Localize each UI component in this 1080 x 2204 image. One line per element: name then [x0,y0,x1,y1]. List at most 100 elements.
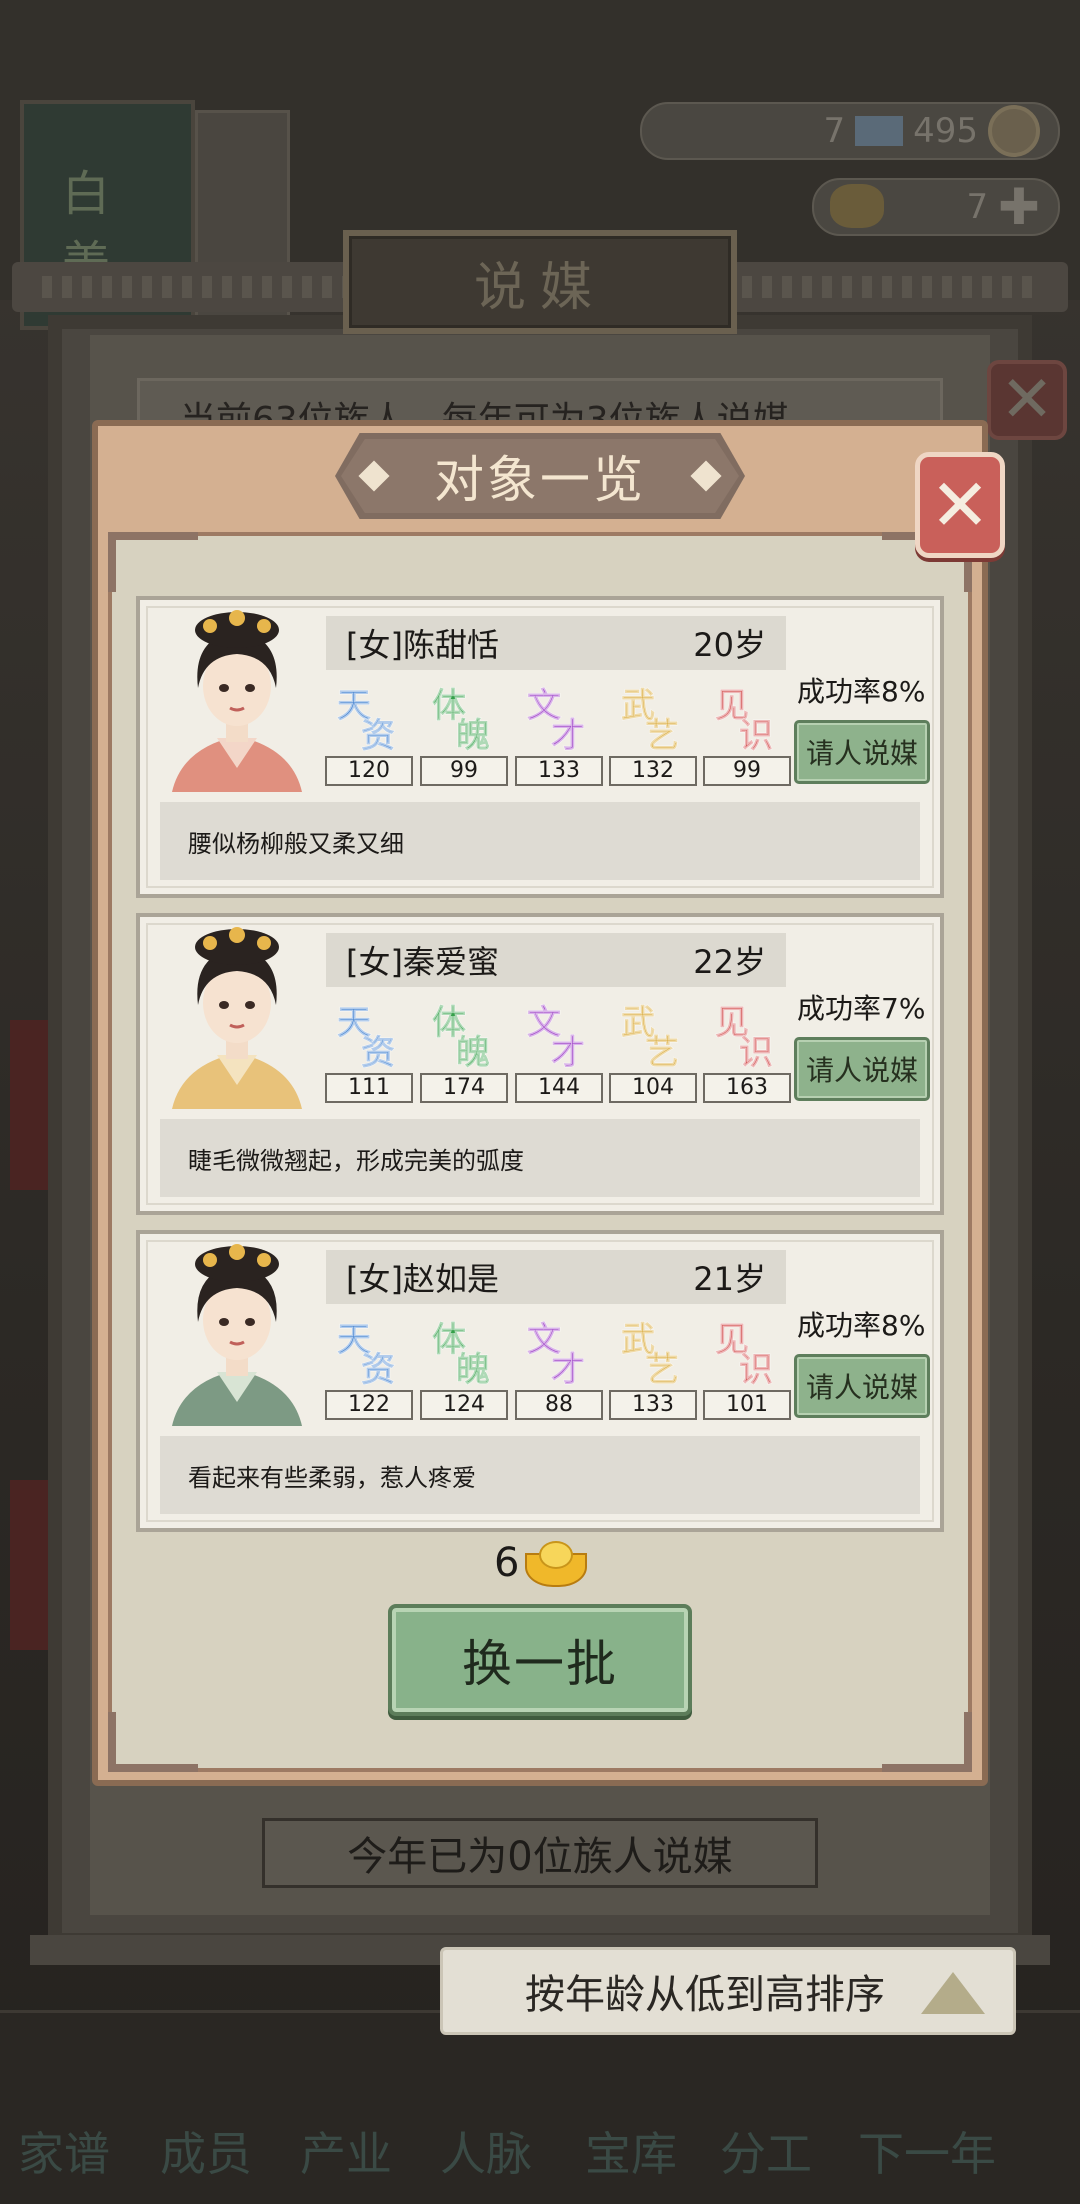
sort-triangle-icon [921,1972,985,2014]
nav-industry[interactable]: 产业 [300,2118,392,2184]
stat-label-bottom: 艺 [645,716,680,757]
stat-value: 174 [420,1073,508,1103]
stat-value: 133 [609,1390,697,1420]
request-matchmaker-button[interactable]: 请人说媒 [794,1354,930,1418]
stat-3: 武 艺 133 [609,1312,697,1426]
stat-label-bottom: 识 [739,1033,774,1074]
stat-1: 体 魄 174 [420,995,508,1109]
resource-bar-coins: 7 495 [640,102,1060,160]
outer-dialog-this-year: 今年已为0位族人说媒 [262,1818,818,1888]
success-rate: 成功率8% [797,675,926,708]
coin-icon [988,105,1040,157]
candidate-stats: 天 资 120 体 魄 99 文 才 133 武 艺 132 见 识 99 [325,678,795,792]
corner-ornament [108,532,198,592]
candidate-card: [女]陈甜恬 20岁 天 资 120 体 魄 99 文 才 133 武 艺 13… [136,596,944,898]
refresh-cost: 6 [494,1540,588,1587]
stat-2: 文 才 144 [515,995,603,1109]
stat-label-bottom: 识 [739,716,774,757]
candidate-card: [女]秦爱蜜 22岁 天 资 111 体 魄 174 文 才 144 武 艺 1… [136,913,944,1215]
stat-label-bottom: 才 [551,1350,586,1391]
request-matchmaker-button[interactable]: 请人说媒 [794,1037,930,1101]
stat-value: 163 [703,1073,791,1103]
stat-value: 122 [325,1390,413,1420]
candidate-portrait [172,1244,302,1426]
side-tab-left [10,1020,50,1190]
stat-value: 111 [325,1073,413,1103]
stat-4: 见 识 101 [703,1312,791,1426]
candidate-name-bar: [女]赵如是 21岁 [326,1250,786,1304]
nav-next-year[interactable]: 下一年 [858,2118,996,2184]
stat-label-bottom: 才 [551,716,586,757]
stat-2: 文 才 133 [515,678,603,792]
stat-value: 124 [420,1390,508,1420]
currency-count: 7 [823,111,846,151]
stat-value: 132 [609,756,697,786]
nav-assignment[interactable]: 分工 [720,2118,812,2184]
sort-by-age-button[interactable]: 按年龄从低到高排序 [440,1947,1016,2035]
candidate-age: 22岁 [693,943,766,981]
candidate-name: [女]赵如是 [346,1260,499,1298]
stat-value: 99 [420,756,508,786]
stat-value: 133 [515,756,603,786]
stat-label-bottom: 才 [551,1033,586,1074]
candidate-card: [女]赵如是 21岁 天 资 122 体 魄 124 文 才 88 武 艺 13… [136,1230,944,1532]
candidate-portrait [172,610,302,792]
ingot-icon [830,184,884,228]
stat-1: 体 魄 99 [420,678,508,792]
close-icon[interactable]: ✕ [915,452,1005,558]
candidate-name-bar: [女]秦爱蜜 22岁 [326,933,786,987]
plus-icon[interactable]: ✚ [998,182,1040,232]
gold-ingot-icon [525,1541,588,1587]
nav-members[interactable]: 成员 [160,2118,252,2184]
candidate-name-bar: [女]陈甜恬 20岁 [326,616,786,670]
candidate-name: [女]陈甜恬 [346,626,499,664]
stat-label-bottom: 魄 [456,716,491,757]
candidate-description: 腰似杨柳般又柔又细 [160,802,920,880]
stat-2: 文 才 88 [515,1312,603,1426]
request-matchmaker-button[interactable]: 请人说媒 [794,720,930,784]
nav-connections[interactable]: 人脉 [440,2118,532,2184]
ingot-count: 7 [966,187,989,227]
stat-label-bottom: 资 [361,1350,396,1391]
stat-value: 99 [703,756,791,786]
stat-label-bottom: 艺 [645,1033,680,1074]
stat-4: 见 识 99 [703,678,791,792]
corner-ornament [882,1712,972,1772]
stat-label-bottom: 魄 [456,1033,491,1074]
outer-dialog-title: 说媒 [343,230,737,334]
candidate-stats: 天 资 122 体 魄 124 文 才 88 武 艺 133 见 识 101 [325,1312,795,1426]
refresh-batch-button[interactable]: 换一批 [388,1604,692,1716]
stat-0: 天 资 111 [325,995,413,1109]
stat-4: 见 识 163 [703,995,791,1109]
dialog-title: 对象一览 [434,451,646,509]
coin-count: 495 [913,111,978,151]
nav-treasury[interactable]: 宝库 [585,2118,677,2184]
stat-value: 104 [609,1073,697,1103]
stat-label-bottom: 魄 [456,1350,491,1391]
dialog-title-plate: 对象一览 [335,433,745,519]
side-tab-left-2 [10,1480,50,1650]
candidate-name: [女]秦爱蜜 [346,943,499,981]
stat-1: 体 魄 124 [420,1312,508,1426]
ticket-icon [855,116,904,146]
candidate-description: 睫毛微微翘起，形成完美的弧度 [160,1119,920,1197]
success-rate: 成功率8% [797,1309,926,1342]
outer-close-icon[interactable]: ✕ [987,360,1067,440]
stat-label-bottom: 艺 [645,1350,680,1391]
success-rate: 成功率7% [797,992,926,1025]
candidate-stats: 天 资 111 体 魄 174 文 才 144 武 艺 104 见 识 163 [325,995,795,1109]
stat-label-bottom: 资 [361,716,396,757]
sort-button-label: 按年龄从低到高排序 [525,1972,885,2018]
candidate-age: 21岁 [693,1260,766,1298]
stat-value: 120 [325,756,413,786]
candidate-portrait [172,927,302,1109]
stat-0: 天 资 120 [325,678,413,792]
stat-3: 武 艺 104 [609,995,697,1109]
resource-bar-ingots: 7 ✚ [812,178,1060,236]
nav-genealogy[interactable]: 家谱 [18,2118,110,2184]
candidate-age: 20岁 [693,626,766,664]
bottom-nav: 家谱 成员 产业 人脉 宝库 分工 下一年 [0,2010,1080,2204]
stat-label-bottom: 资 [361,1033,396,1074]
refresh-cost-value: 6 [494,1540,520,1586]
stat-value: 101 [703,1390,791,1420]
